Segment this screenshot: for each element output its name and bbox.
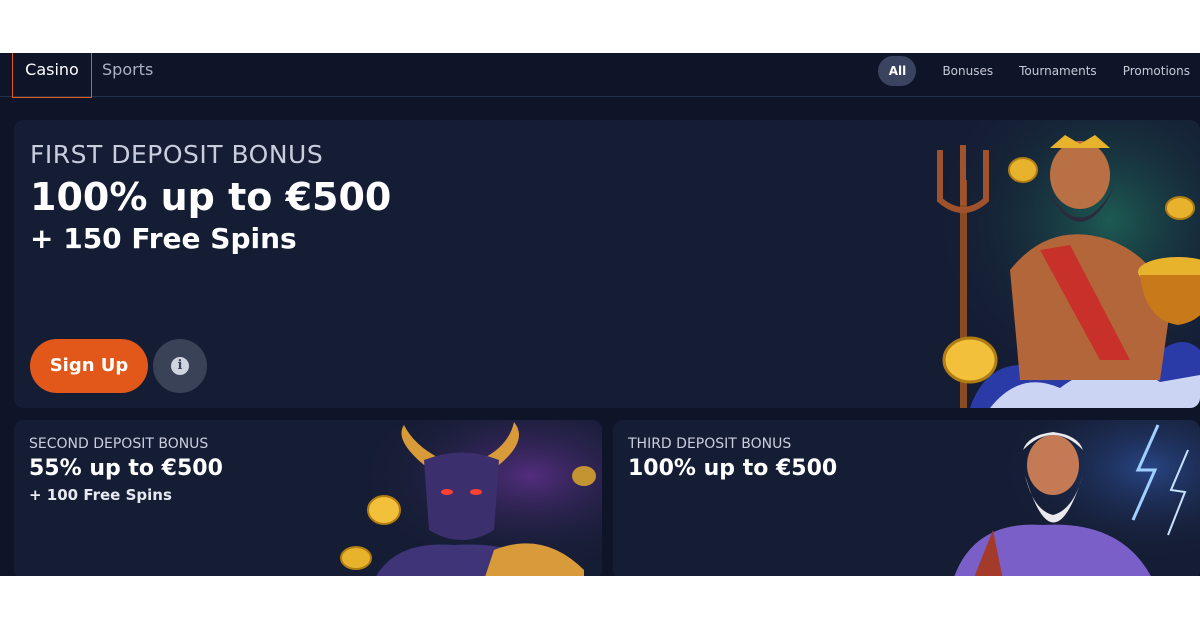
zeus-illustration	[943, 420, 1200, 576]
first-bonus-eyebrow: FIRST DEPOSIT BONUS	[30, 140, 324, 169]
info-icon: i	[171, 357, 189, 375]
info-button[interactable]: i	[153, 339, 207, 393]
filter-bar: All Bonuses Tournaments Promotions	[878, 56, 1190, 86]
filter-promotions[interactable]: Promotions	[1123, 64, 1190, 78]
poseidon-illustration	[900, 120, 1200, 408]
third-bonus-headline: 100% up to €500	[628, 456, 838, 481]
sign-up-button[interactable]: Sign Up	[30, 339, 148, 393]
top-navigation: Casino Sports All Bonuses Tournaments Pr…	[0, 53, 1200, 98]
second-bonus-eyebrow: SECOND DEPOSIT BONUS	[29, 436, 209, 452]
first-bonus-subtitle: + 150 Free Spins	[30, 222, 297, 255]
third-bonus-eyebrow: THIRD DEPOSIT BONUS	[628, 436, 792, 452]
first-bonus-headline: 100% up to €500	[30, 175, 392, 219]
first-deposit-bonus-card[interactable]: FIRST DEPOSIT BONUS 100% up to €500 + 15…	[14, 120, 1200, 408]
filter-all[interactable]: All	[878, 56, 917, 86]
promotions-page: Casino Sports All Bonuses Tournaments Pr…	[0, 53, 1200, 576]
filter-tournaments[interactable]: Tournaments	[1019, 64, 1097, 78]
second-bonus-headline: 55% up to €500	[29, 456, 223, 481]
minotaur-illustration	[314, 420, 602, 576]
filter-bonuses[interactable]: Bonuses	[942, 64, 993, 78]
tab-sports[interactable]: Sports	[102, 53, 153, 96]
second-bonus-subtitle: + 100 Free Spins	[29, 486, 172, 504]
tab-casino[interactable]: Casino	[12, 53, 92, 98]
third-deposit-bonus-card[interactable]: THIRD DEPOSIT BONUS 100% up to €500	[613, 420, 1200, 576]
second-deposit-bonus-card[interactable]: SECOND DEPOSIT BONUS 55% up to €500 + 10…	[14, 420, 602, 576]
